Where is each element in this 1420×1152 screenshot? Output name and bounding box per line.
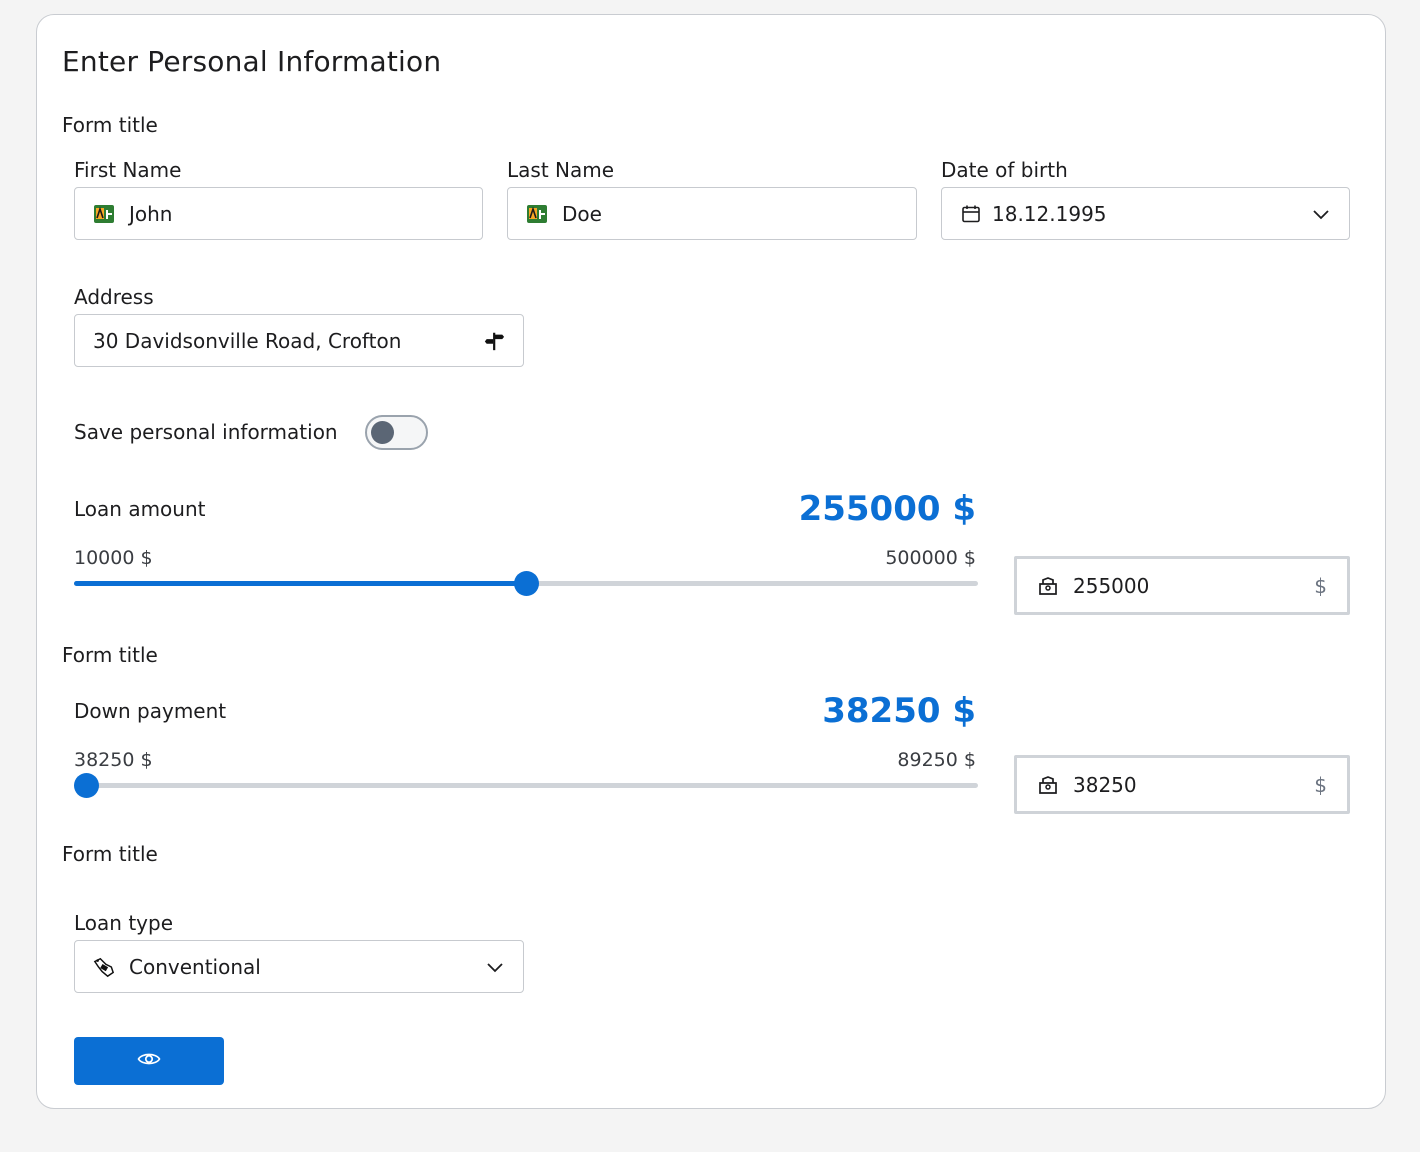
loan-amount-slider-fill: [74, 581, 526, 586]
first-name-label: First Name: [74, 158, 182, 182]
section-title: Form title: [62, 643, 158, 667]
loan-amount-input-value: 255000: [1073, 573, 1150, 598]
last-name-label: Last Name: [507, 158, 615, 182]
calendar-icon: [960, 203, 982, 225]
dob-select[interactable]: 18.12.1995: [941, 187, 1350, 240]
address-value: 30 Davidsonville Road, Crofton: [93, 328, 402, 353]
last-name-field[interactable]: Doe: [507, 187, 917, 240]
loan-type-value: Conventional: [129, 954, 261, 979]
chevron-down-icon[interactable]: [1311, 204, 1331, 224]
eye-icon: [137, 1051, 161, 1071]
loan-amount-label: Loan amount: [74, 497, 206, 521]
down-payment-min-label: 38250 $: [74, 749, 153, 771]
loan-amount-display: 255000 $: [798, 489, 976, 529]
down-payment-slider-thumb[interactable]: [74, 773, 99, 798]
loan-amount-slider-thumb[interactable]: [514, 571, 539, 596]
last-name-value: Doe: [562, 201, 602, 226]
toggle-knob: [371, 421, 394, 444]
loan-type-label: Loan type: [74, 911, 173, 935]
address-label: Address: [74, 285, 154, 309]
money-bag-icon: [1037, 575, 1059, 597]
loan-type-select[interactable]: Conventional: [74, 940, 524, 993]
down-payment-input-value: 38250: [1073, 772, 1137, 797]
personal-info-card: Enter Personal Information Form title Fi…: [36, 14, 1386, 1109]
dob-label: Date of birth: [941, 158, 1068, 182]
save-info-label: Save personal information: [74, 420, 338, 444]
first-name-field[interactable]: John: [74, 187, 483, 240]
loan-amount-slider[interactable]: [74, 571, 978, 596]
preview-button[interactable]: [74, 1037, 224, 1085]
name-badge-icon: [526, 203, 548, 225]
money-bag-icon: [1037, 774, 1059, 796]
down-payment-max-label: 89250 $: [897, 749, 976, 771]
first-name-value: John: [129, 201, 173, 226]
loan-amount-max-label: 500000 $: [885, 547, 976, 569]
address-field[interactable]: 30 Davidsonville Road, Crofton: [74, 314, 524, 367]
down-payment-label: Down payment: [74, 699, 227, 723]
page-title: Enter Personal Information: [62, 45, 442, 78]
save-info-toggle[interactable]: [365, 415, 428, 450]
section-title: Form title: [62, 113, 158, 137]
currency-unit: $: [1314, 772, 1327, 797]
dob-value: 18.12.1995: [992, 201, 1107, 226]
hand-money-icon: [93, 956, 115, 978]
chevron-down-icon[interactable]: [485, 957, 505, 977]
loan-amount-input[interactable]: 255000 $: [1014, 556, 1350, 615]
name-badge-icon: [93, 203, 115, 225]
signpost-icon: [483, 330, 505, 352]
section-title: Form title: [62, 842, 158, 866]
down-payment-slider[interactable]: [74, 773, 978, 798]
down-payment-input[interactable]: 38250 $: [1014, 755, 1350, 814]
currency-unit: $: [1314, 573, 1327, 598]
down-payment-display: 38250 $: [822, 691, 976, 731]
loan-amount-min-label: 10000 $: [74, 547, 153, 569]
